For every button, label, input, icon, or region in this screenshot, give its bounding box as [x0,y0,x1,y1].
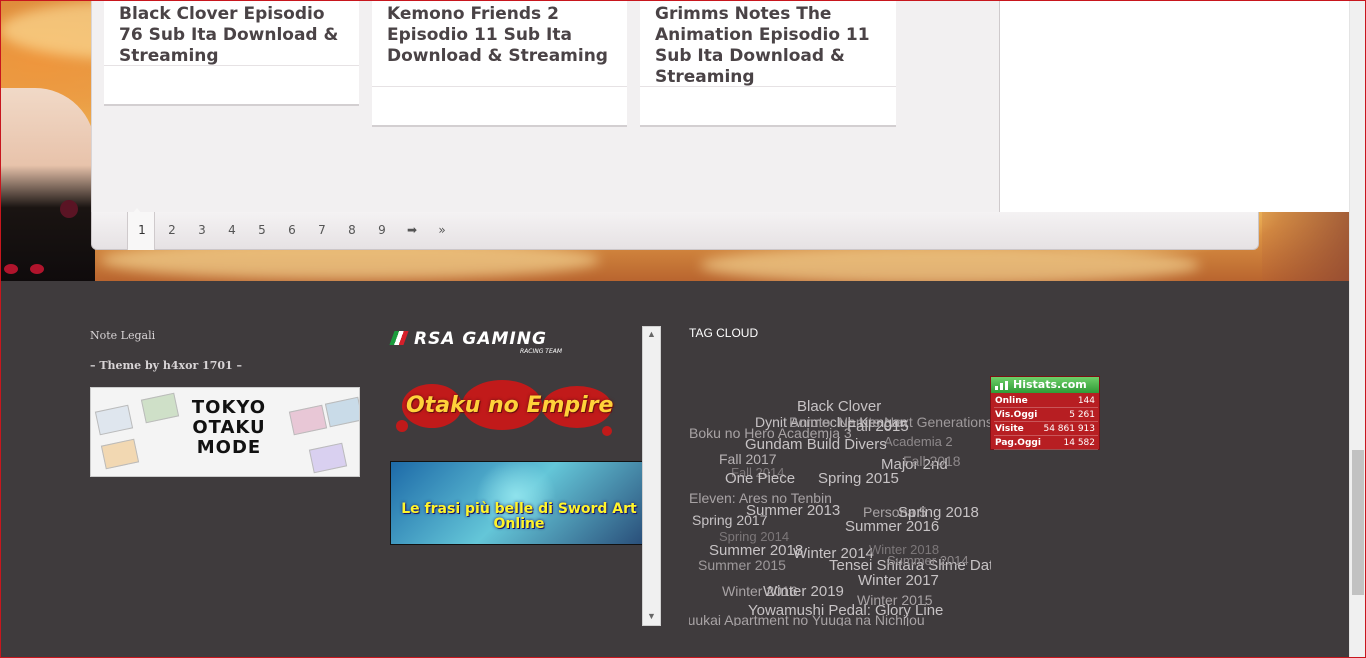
histats-bars-icon [995,381,1009,390]
histats-row: Pag.Oggi 14 582 [994,437,1098,450]
page-scrollbar[interactable] [1349,0,1366,658]
tag-link[interactable]: Yuukai Apartment no Yuuga na Nichijou [689,612,925,626]
post-title-link[interactable]: Grimms Notes The Animation Episodio 11 S… [655,4,885,88]
page-current-number: 1 [138,223,146,237]
page-scrollbar-thumb[interactable] [1352,450,1364,595]
page-link[interactable]: 5 [252,223,272,237]
sidebar-area [1000,0,1351,212]
pagination-bar: 1 2 3 4 5 6 7 8 9 ➡ » [91,208,1259,250]
histats-row: Visite 54 861 913 [994,423,1098,436]
left-anime-character [0,88,95,281]
tag-link[interactable]: Fall 2018 [903,453,961,469]
page-link[interactable]: 3 [192,223,212,237]
tokyo-otaku-mode-logo: TOKYO OTAKU MODE [191,397,267,458]
post-card[interactable]: Black Clover Episodio 76 Sub Ita Downloa… [104,0,359,104]
scroll-down-arrow-icon[interactable]: ▼ [647,611,656,621]
theme-credit: – Theme by h4xor 1701 – [90,359,243,372]
tag-link[interactable]: Summer 2016 [845,518,939,535]
histats-row: Online 144 [994,395,1098,408]
tag-link[interactable]: Black Clover [797,398,881,415]
tag-link[interactable]: Summer 2015 [698,557,786,573]
page-link[interactable]: 9 [372,223,392,237]
tag-link[interactable]: Fall 2015 [847,418,909,435]
histats-row: Vis.Oggi 5 261 [994,409,1098,422]
histats-counter[interactable]: Histats.com Online 144 Vis.Oggi 5 261 Visi… [990,376,1100,450]
page-current: 1 [127,212,155,250]
scroll-up-arrow-icon[interactable]: ▲ [647,329,656,339]
page-link[interactable]: 8 [342,223,362,237]
tag-cloud: Black Clover Dynit Animeclub Kengan Boru… [689,386,991,626]
post-card[interactable]: Grimms Notes The Animation Episodio 11 S… [640,0,896,125]
page-link[interactable]: 2 [162,223,182,237]
post-card[interactable]: Kemono Friends 2 Episodio 11 Sub Ita Dow… [372,0,627,125]
posts-panel: Black Clover Episodio 76 Sub Ita Downloa… [91,0,1351,212]
site-footer: Note Legali – Theme by h4xor 1701 – TOKY… [0,281,1366,658]
tag-link[interactable]: Spring 2015 [818,470,899,487]
post-title-link[interactable]: Black Clover Episodio 76 Sub Ita Downloa… [119,4,349,67]
sword-art-online-banner[interactable]: Le frasi più belle di Sword Art Online [390,461,643,545]
page-current-indicator [132,208,142,214]
legal-notes-title[interactable]: Note Legali [90,329,155,342]
last-page-icon[interactable]: » [432,223,452,237]
tag-link[interactable]: Spring 2017 [692,512,768,528]
tag-link[interactable]: Summer 2014 [887,553,969,568]
rsa-gaming-logo[interactable]: RSA GAMING RACING TEAM [389,329,587,355]
tag-link[interactable]: One Piece [725,470,795,487]
page-link[interactable]: 4 [222,223,242,237]
tag-link[interactable]: Winter 2017 [858,572,939,589]
next-page-arrow-icon[interactable]: ➡ [402,223,422,237]
page-link[interactable]: 7 [312,223,332,237]
italian-flag-icon [389,331,409,345]
otaku-no-empire-banner[interactable]: Otaku no Empire [392,376,632,442]
tokyo-otaku-mode-banner[interactable]: TOKYO OTAKU MODE [90,387,360,477]
widget-scrollbar[interactable]: ▲ ▼ [642,326,661,626]
page-link[interactable]: 6 [282,223,302,237]
tag-link[interactable]: Academia 2 [884,434,953,449]
tag-cloud-title: TAG CLOUD [689,326,759,340]
post-title-link[interactable]: Kemono Friends 2 Episodio 11 Sub Ita Dow… [387,4,617,67]
tag-link[interactable]: Winter 2019 [763,583,844,600]
